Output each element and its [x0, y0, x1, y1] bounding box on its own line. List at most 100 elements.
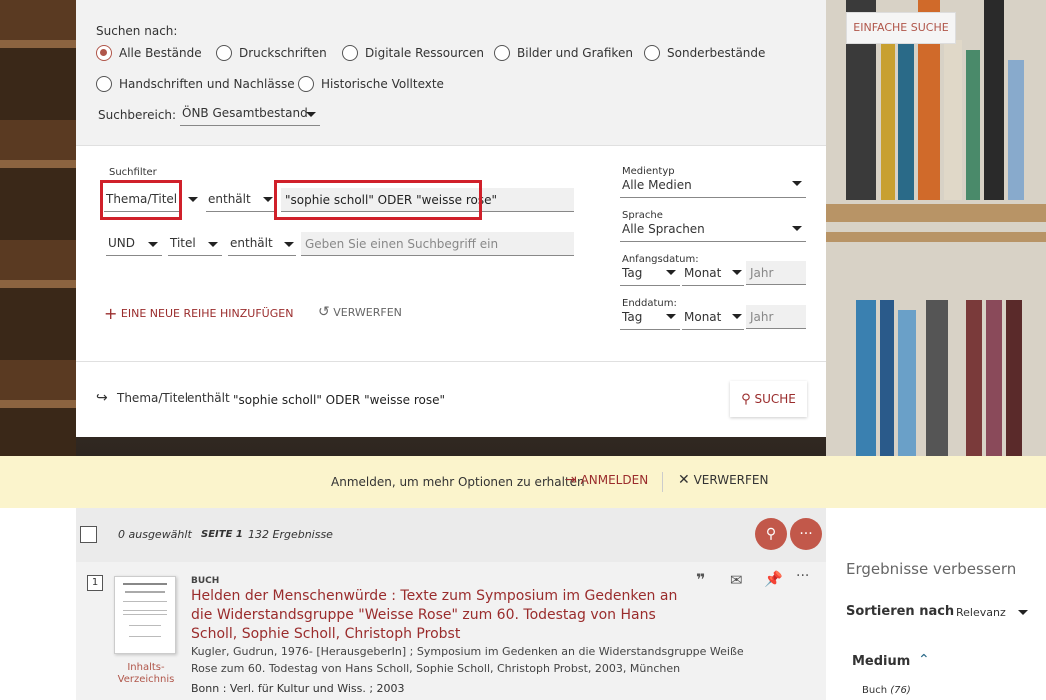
cite-icon[interactable]: ❞ — [696, 570, 705, 589]
search-term-input-row2[interactable]: Geben Sie einen Suchbegriff ein — [301, 232, 574, 256]
facet-label: Buch — [862, 685, 888, 696]
radio-digital-resources[interactable] — [342, 45, 358, 61]
highlight-box — [100, 180, 182, 220]
year-placeholder: Jahr — [750, 310, 774, 324]
advanced-search-panel: Suchen nach: Alle Bestände Druckschrifte… — [76, 0, 826, 437]
discard-filters-button[interactable]: ↺ VERWERFEN — [318, 304, 402, 320]
result-type: BUCH — [191, 576, 220, 586]
radio-all-holdings[interactable] — [96, 45, 112, 61]
end-day-select[interactable]: Tag — [620, 308, 680, 330]
radio-special-collections[interactable] — [644, 45, 660, 61]
arrow-return-icon: ↪ — [96, 390, 108, 406]
search-button-label: SUCHE — [754, 392, 796, 406]
radio-label: Historische Volltexte — [321, 77, 444, 91]
pin-icon[interactable]: 📌 — [764, 570, 783, 588]
language-value: Alle Sprachen — [622, 222, 705, 236]
medium-facet-heading[interactable]: Medium — [852, 654, 910, 669]
chevron-up-icon[interactable]: ⌃ — [918, 652, 930, 668]
search-button[interactable]: ⚲ SUCHE — [730, 381, 807, 417]
year-placeholder: Jahr — [750, 266, 774, 280]
result-title[interactable]: Helden der Menschenwürde : Texte zum Sym… — [191, 587, 691, 644]
operator-value: enthält — [230, 236, 273, 250]
end-year-input[interactable]: Jahr — [746, 305, 806, 329]
chevron-down-icon[interactable] — [188, 197, 198, 202]
search-area-label: Suchbereich: — [98, 108, 177, 122]
search-for-label: Suchen nach: — [96, 24, 178, 38]
radio-label: Druckschriften — [239, 46, 327, 60]
result-title-link[interactable]: Helden der Menschenwürde : Texte zum Sym… — [191, 588, 677, 642]
page-indicator: SEITE 1 — [201, 529, 243, 540]
start-year-input[interactable]: Jahr — [746, 261, 806, 285]
dismiss-label: VERWERFEN — [693, 473, 769, 487]
login-label: ANMELDEN — [580, 473, 649, 487]
divider — [76, 361, 826, 362]
login-prompt: Anmelden, um mehr Optionen zu erhalten — [331, 475, 585, 489]
summary-operator: enthält — [187, 391, 230, 405]
bookshelf-left — [0, 0, 76, 456]
radio-label: Bilder und Grafiken — [517, 46, 633, 60]
radio-label: Sonderbestände — [667, 46, 766, 60]
plus-icon: + — [104, 304, 118, 323]
chevron-down-icon — [306, 112, 316, 117]
summary-field: Thema/Titel — [117, 391, 189, 405]
result-number: 1 — [87, 575, 103, 591]
radio-label: Alle Bestände — [119, 46, 202, 60]
chevron-down-icon — [792, 181, 802, 186]
radio-label: Handschriften und Nachlässe — [119, 77, 295, 91]
selected-count: 0 ausgewählt — [118, 528, 192, 541]
refine-sidebar: Ergebnisse verbessern Sortieren nach Rel… — [826, 508, 1046, 700]
month-value: Monat — [684, 310, 722, 324]
media-type-select[interactable]: Alle Medien — [620, 176, 806, 198]
chevron-down-icon — [666, 270, 676, 275]
book-cover-thumbnail[interactable] — [114, 576, 176, 654]
language-select[interactable]: Alle Sprachen — [620, 220, 806, 242]
search-term-placeholder: Geben Sie einen Suchbegriff ein — [305, 237, 499, 251]
close-icon: ✕ — [678, 472, 690, 488]
add-row-button[interactable]: + EINE NEUE REIHE HINZUFÜGEN — [104, 304, 293, 323]
sort-select[interactable]: Relevanz — [956, 606, 1006, 619]
search-area-select[interactable]: ÖNB Gesamtbestand — [180, 104, 320, 126]
day-value: Tag — [622, 310, 643, 324]
chevron-down-icon — [148, 242, 158, 247]
boolean-value: UND — [108, 236, 135, 250]
radio-images-graphics[interactable] — [494, 45, 510, 61]
toc-line: Verzeichnis — [117, 674, 175, 685]
shelf-plank — [826, 232, 1046, 242]
table-of-contents-link[interactable]: Inhalts- Verzeichnis — [111, 662, 181, 686]
select-all-checkbox[interactable] — [80, 526, 97, 543]
chevron-down-icon — [792, 226, 802, 231]
more-options-icon[interactable]: ··· — [796, 568, 809, 584]
facet-book[interactable]: Buch (76) — [862, 685, 911, 696]
field-value: Titel — [170, 236, 196, 250]
start-month-select[interactable]: Monat — [682, 264, 744, 286]
highlight-box — [274, 180, 482, 220]
radio-historical-fulltexts[interactable] — [298, 76, 314, 92]
chevron-down-icon[interactable] — [1018, 610, 1028, 615]
search-scope-section: Suchen nach: Alle Bestände Druckschrifte… — [76, 0, 826, 146]
pin-icon[interactable]: ⚲ — [755, 518, 787, 550]
result-item: 1 Inhalts- Verzeichnis BUCH Helden der M… — [76, 562, 826, 700]
email-icon[interactable]: ✉ — [730, 571, 743, 589]
discard-label: VERWERFEN — [333, 306, 402, 319]
chevron-down-icon — [284, 242, 294, 247]
summary-value: "sophie scholl" ODER "weisse rose" — [233, 393, 446, 407]
sign-in-icon: ⇥ — [565, 472, 577, 488]
simple-search-button[interactable]: EINFACHE SUCHE — [846, 12, 956, 44]
undo-icon: ↺ — [318, 304, 330, 320]
radio-label: Digitale Ressourcen — [365, 46, 485, 60]
start-day-select[interactable]: Tag — [620, 264, 680, 286]
radio-printed-works[interactable] — [216, 45, 232, 61]
login-button[interactable]: ⇥ ANMELDEN — [565, 472, 648, 488]
result-authors: Kugler, Gudrun, 1976- [HerausgeberIn] ; … — [191, 645, 744, 675]
end-month-select[interactable]: Monat — [682, 308, 744, 330]
media-type-value: Alle Medien — [622, 178, 692, 192]
chevron-down-icon — [732, 270, 742, 275]
bookshelf-right — [826, 0, 1046, 456]
refine-heading: Ergebnisse verbessern — [846, 560, 1017, 578]
search-area-value: ÖNB Gesamtbestand — [182, 106, 308, 120]
radio-manuscripts[interactable] — [96, 76, 112, 92]
login-bar: Anmelden, um mehr Optionen zu erhalten ⇥… — [0, 456, 1046, 508]
more-options-icon[interactable]: ··· — [790, 518, 822, 550]
dismiss-button[interactable]: ✕ VERWERFEN — [678, 472, 768, 488]
sort-label: Sortieren nach — [846, 604, 955, 619]
